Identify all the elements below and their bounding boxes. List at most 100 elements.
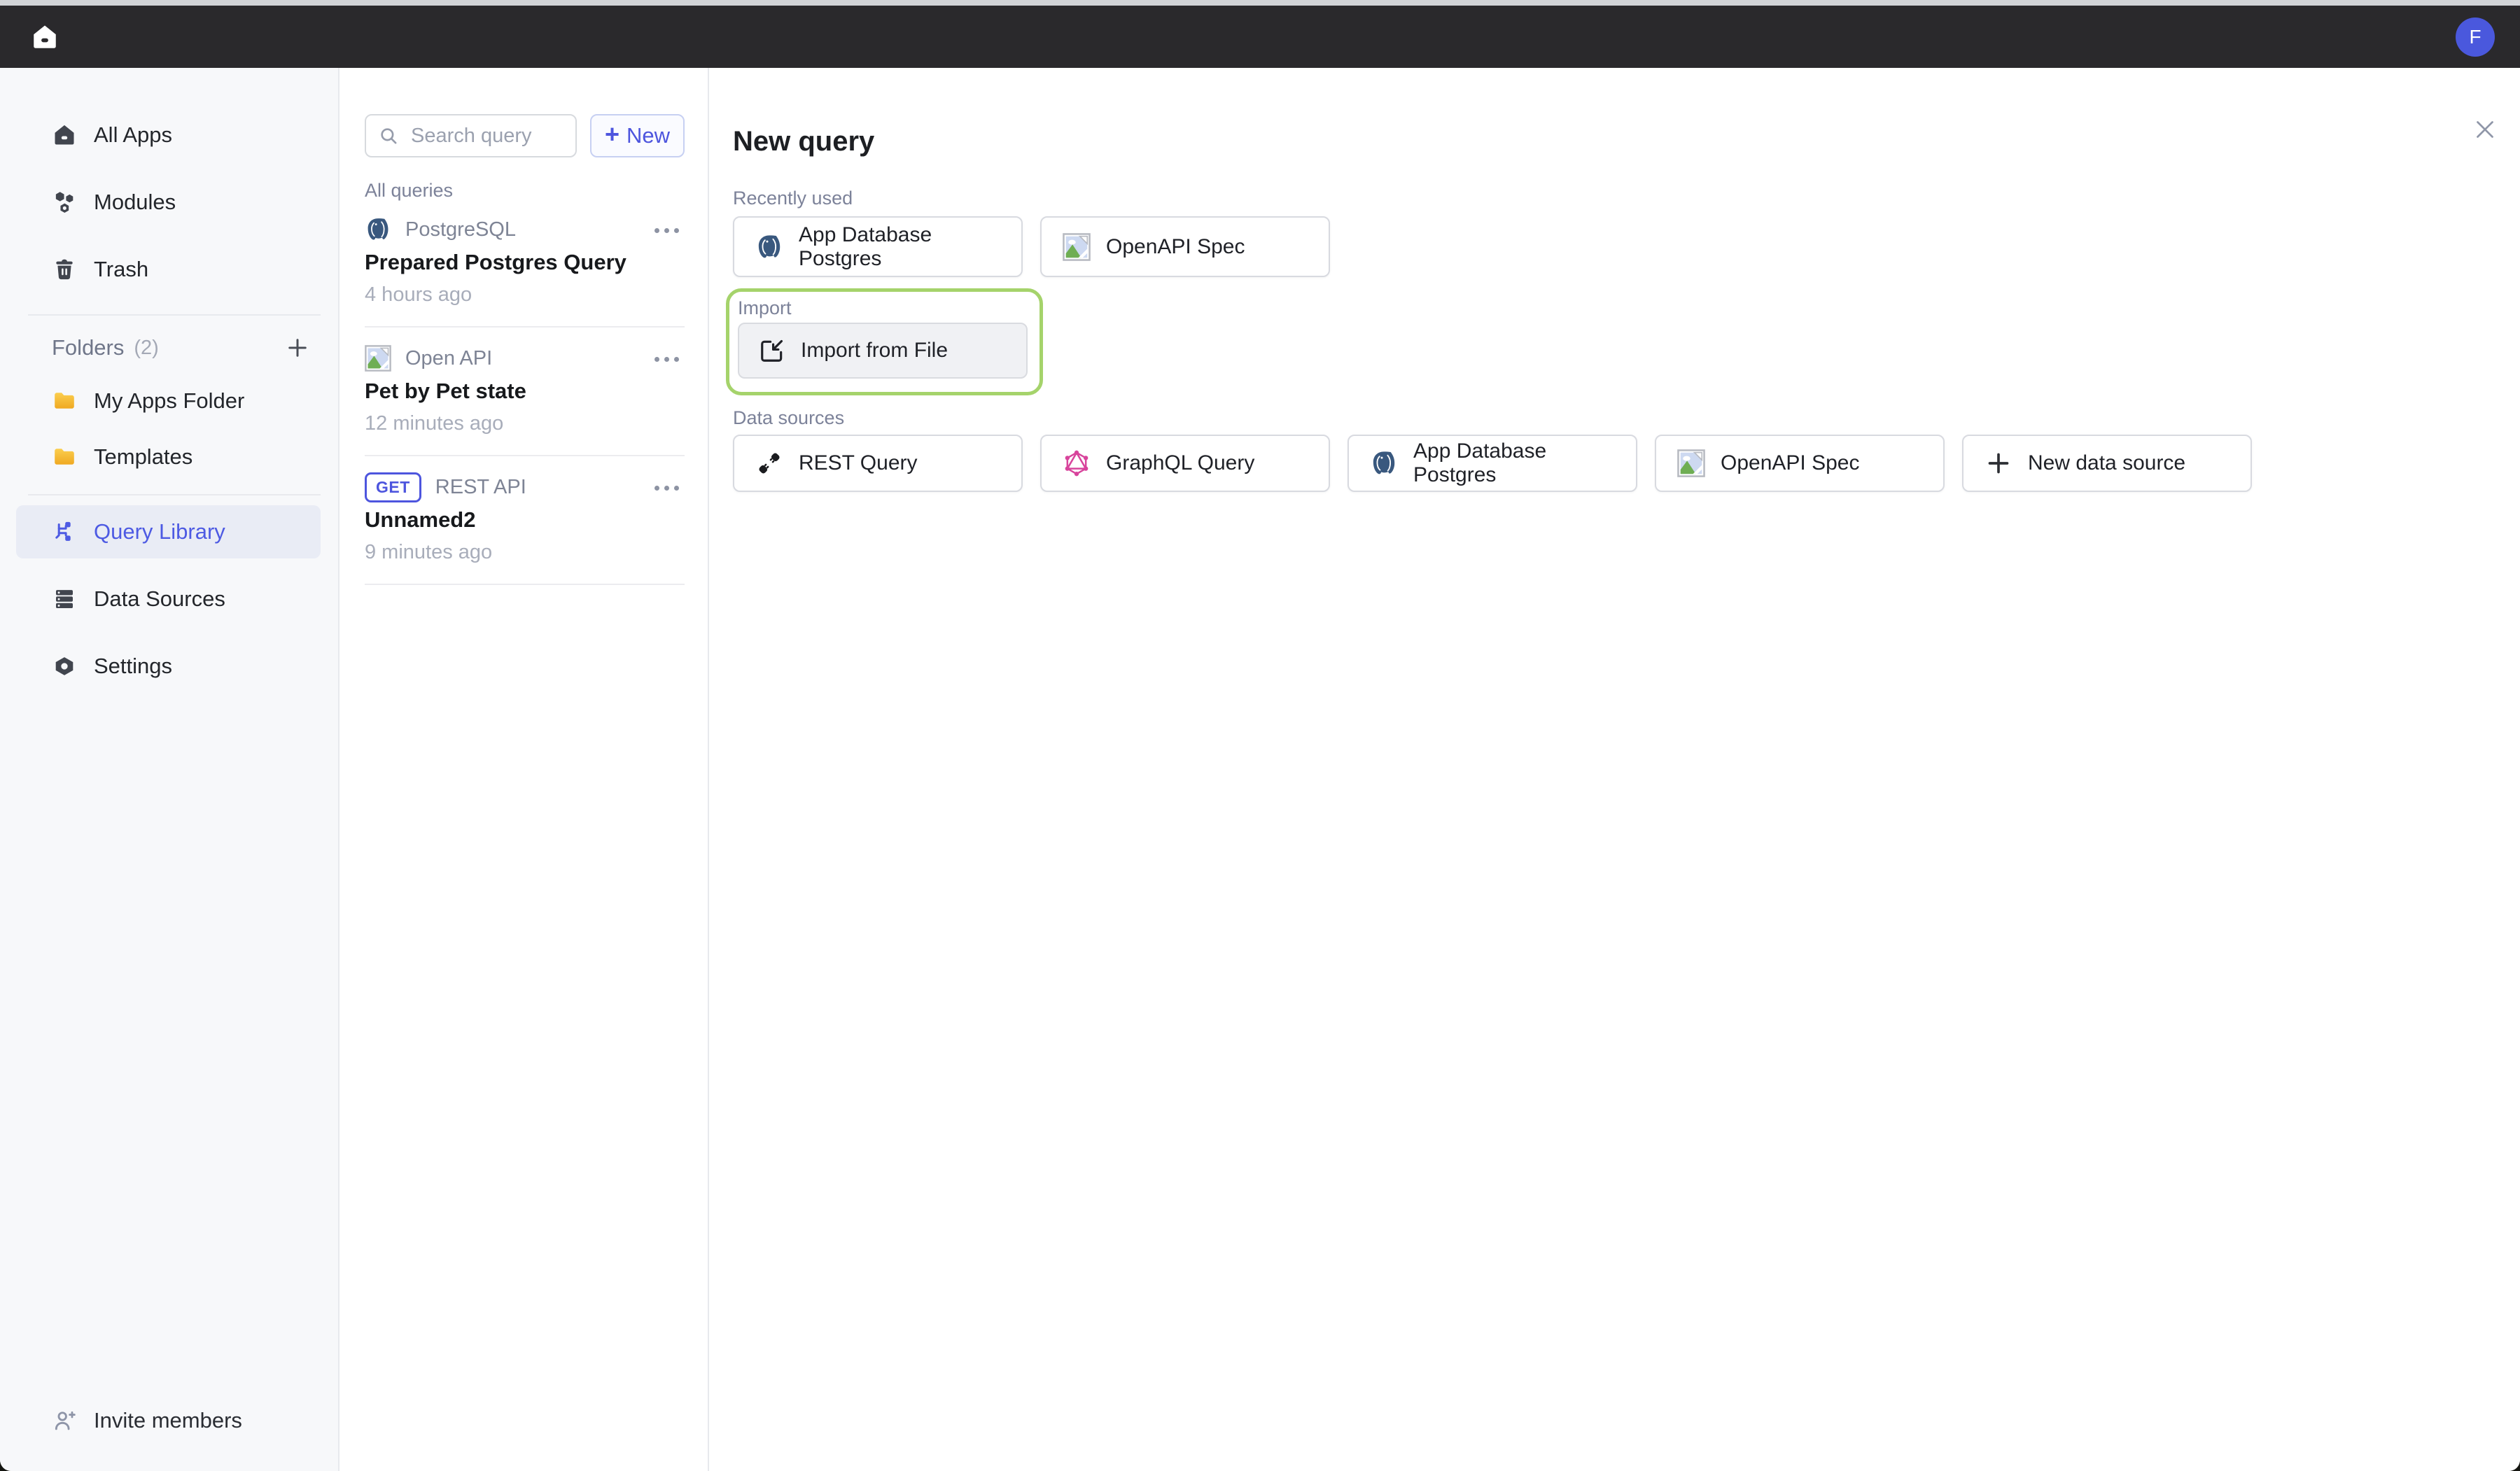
query-title: Prepared Postgres Query <box>365 249 685 276</box>
postgresql-icon <box>1370 449 1398 477</box>
data-source-rest-query[interactable]: REST Query <box>733 435 1023 492</box>
item-menu-button[interactable] <box>652 483 682 493</box>
data-sources-label: Data sources <box>733 407 2496 427</box>
query-title: Unnamed2 <box>365 507 685 533</box>
sidebar-item-label: Data Sources <box>94 586 225 612</box>
sidebar-item-trash[interactable]: Trash <box>16 243 321 296</box>
folders-label: Folders <box>52 335 124 360</box>
search-input[interactable] <box>410 124 566 148</box>
modules-icon <box>52 190 77 215</box>
graphql-icon <box>1063 449 1091 477</box>
folders-count: (2) <box>134 337 158 360</box>
window-top-strip <box>0 0 2520 6</box>
image-placeholder-icon <box>365 345 391 372</box>
card-label: GraphQL Query <box>1106 451 1254 475</box>
invite-user-icon <box>52 1407 78 1434</box>
query-type-label: REST API <box>435 476 526 499</box>
item-menu-button[interactable] <box>652 225 682 236</box>
sidebar-item-label: Trash <box>94 257 148 282</box>
sidebar-item-data-sources[interactable]: Data Sources <box>16 572 321 626</box>
data-source-app-database-postgres[interactable]: App Database Postgres <box>1348 435 1637 492</box>
import-from-file-button[interactable]: Import from File <box>738 323 1028 379</box>
sidebar-divider <box>28 494 321 495</box>
postgresql-icon <box>365 216 391 243</box>
topbar: F <box>0 6 2520 68</box>
sidebar-divider <box>28 314 321 316</box>
sidebar-item-label: Settings <box>94 654 172 679</box>
card-label: REST Query <box>799 451 918 475</box>
search-box <box>365 114 577 157</box>
rest-plug-icon <box>755 449 783 477</box>
import-label: Import <box>738 297 1031 317</box>
query-type-label: PostgreSQL <box>405 218 516 241</box>
query-list-item[interactable]: Open API Pet by Pet state 12 minutes ago <box>365 344 685 437</box>
sidebar-item-query-library[interactable]: Query Library <box>16 505 321 558</box>
list-divider <box>365 584 685 585</box>
database-icon <box>52 586 77 612</box>
query-list-item[interactable]: PostgreSQL Prepared Postgres Query 4 hou… <box>365 216 685 308</box>
recently-used-label: Recently used <box>733 188 2496 207</box>
page-title: New query <box>733 127 2496 156</box>
import-from-file-label: Import from File <box>801 339 948 363</box>
app-window: F All Apps Modules Trash Folders (2) <box>0 0 2520 1471</box>
search-icon <box>377 125 400 147</box>
sidebar-item-settings[interactable]: Settings <box>16 640 321 693</box>
settings-icon <box>52 654 77 679</box>
card-label: App Database Postgres <box>799 223 1007 271</box>
query-title: Pet by Pet state <box>365 378 685 404</box>
new-query-button[interactable]: + New <box>590 114 685 157</box>
plus-icon <box>1984 449 2012 477</box>
recently-used-app-database-postgres[interactable]: App Database Postgres <box>733 216 1023 277</box>
sidebar-item-label: Templates <box>94 444 192 470</box>
trash-icon <box>52 257 77 282</box>
user-avatar[interactable]: F <box>2456 17 2495 57</box>
new-query-button-label: New <box>626 123 670 148</box>
folder-icon <box>52 444 77 470</box>
new-data-source-button[interactable]: New data source <box>1962 435 2252 492</box>
import-section-highlight: Import Import from File <box>726 288 1043 395</box>
image-placeholder-icon <box>1677 449 1705 477</box>
card-label: OpenAPI Spec <box>1721 451 1859 475</box>
query-type-label: Open API <box>405 347 492 370</box>
invite-members-button[interactable]: Invite members <box>16 1407 321 1435</box>
query-library-icon <box>52 519 77 544</box>
data-source-graphql-query[interactable]: GraphQL Query <box>1040 435 1330 492</box>
data-source-openapi-spec[interactable]: OpenAPI Spec <box>1655 435 1945 492</box>
sidebar-item-all-apps[interactable]: All Apps <box>16 108 321 162</box>
query-list-item[interactable]: GET REST API Unnamed2 9 minutes ago <box>365 473 685 565</box>
sidebar-item-label: Modules <box>94 190 176 215</box>
card-label: OpenAPI Spec <box>1106 235 1245 259</box>
sidebar-item-label: Query Library <box>94 519 225 544</box>
card-label: App Database Postgres <box>1413 439 1622 487</box>
postgresql-icon <box>755 233 783 261</box>
invite-members-label: Invite members <box>94 1408 242 1433</box>
sidebar-item-label: My Apps Folder <box>94 388 244 414</box>
list-divider <box>365 455 685 456</box>
folder-icon <box>52 388 77 414</box>
home-button[interactable] <box>25 17 64 57</box>
image-placeholder-icon <box>1063 233 1091 261</box>
folders-header: Folders (2) <box>16 334 310 362</box>
close-icon[interactable] <box>2472 117 2498 142</box>
query-timestamp: 4 hours ago <box>365 281 685 308</box>
item-menu-button[interactable] <box>652 354 682 365</box>
new-query-panel: New query Recently used App Database Pos… <box>709 68 2520 1471</box>
sidebar-item-modules[interactable]: Modules <box>16 176 321 229</box>
sidebar: All Apps Modules Trash Folders (2) My Ap… <box>0 68 340 1471</box>
query-timestamp: 9 minutes ago <box>365 539 685 565</box>
import-file-icon <box>759 337 785 364</box>
plus-icon: + <box>605 120 620 149</box>
all-queries-label: All queries <box>365 180 685 199</box>
home-icon <box>52 122 77 148</box>
http-method-badge: GET <box>365 472 421 502</box>
add-folder-button[interactable] <box>285 335 310 360</box>
query-timestamp: 12 minutes ago <box>365 410 685 437</box>
sidebar-item-templates[interactable]: Templates <box>16 430 321 484</box>
card-label: New data source <box>2028 451 2185 475</box>
list-divider <box>365 326 685 328</box>
sidebar-item-my-apps-folder[interactable]: My Apps Folder <box>16 374 321 428</box>
query-list-panel: + New All queries PostgreSQL Prepared Po… <box>340 68 709 1471</box>
recently-used-openapi-spec[interactable]: OpenAPI Spec <box>1040 216 1330 277</box>
sidebar-item-label: All Apps <box>94 122 172 148</box>
home-icon <box>30 22 59 52</box>
